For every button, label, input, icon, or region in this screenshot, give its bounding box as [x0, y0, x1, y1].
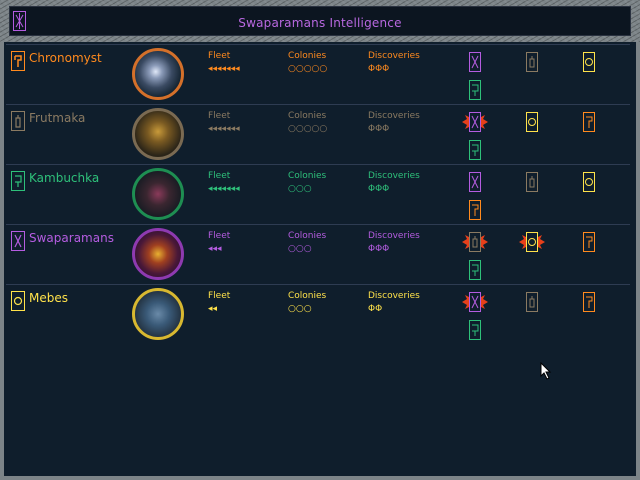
chronomyst-emblem-icon [11, 51, 25, 71]
discoveries-label: Discoveries [368, 171, 420, 181]
colonies-count: ○○○ [288, 244, 312, 254]
kambuchka-relation-icon[interactable] [469, 260, 481, 280]
frutmaka-portrait [132, 108, 184, 160]
frutmaka-relation-icon[interactable] [526, 292, 538, 312]
chronomyst-portrait [132, 48, 184, 100]
swaparamans-relation-icon[interactable] [469, 52, 481, 72]
fleet-strength: ◂◂◂◂◂◂◂ [208, 124, 240, 134]
race-name: Kambuchka [29, 171, 100, 185]
window-frame-right [636, 42, 640, 480]
chronomyst-relation-icon[interactable] [583, 112, 595, 132]
discoveries-label: Discoveries [368, 51, 420, 61]
swaparamans-relation-icon[interactable] [469, 112, 481, 132]
fleet-strength: ◂◂◂◂◂◂◂ [208, 64, 240, 74]
colonies-count: ○○○○○ [288, 124, 328, 134]
chronomyst-relation-icon[interactable] [583, 292, 595, 312]
fleet-label: Fleet [208, 51, 231, 61]
fleet-strength: ◂◂◂◂◂◂◂ [208, 184, 240, 194]
swaparamans-portrait [132, 228, 184, 280]
chronomyst-relation-icon[interactable] [469, 200, 481, 220]
kambuchka-portrait [132, 168, 184, 220]
swaparamans-emblem-icon [11, 231, 25, 251]
mebes-emblem-icon [11, 291, 25, 311]
fleet-label: Fleet [208, 291, 231, 301]
race-name: Chronomyst [29, 51, 102, 65]
frutmaka-relation-icon[interactable] [526, 52, 538, 72]
discoveries-count: ΦΦΦ [368, 184, 390, 194]
fleet-label: Fleet [208, 231, 231, 241]
colonies-label: Colonies [288, 111, 327, 121]
kambuchka-relation-icon[interactable] [469, 320, 481, 340]
window-title: Swaparamans Intelligence [238, 16, 402, 30]
colonies-count: ○○○ [288, 304, 312, 314]
discoveries-count: ΦΦΦ [368, 64, 390, 74]
swaparamans-relation-icon[interactable] [469, 292, 481, 312]
colonies-label: Colonies [288, 291, 327, 301]
row-separator [6, 104, 630, 105]
discoveries-label: Discoveries [368, 291, 420, 301]
swaparamans-relation-icon[interactable] [469, 172, 481, 192]
mebes-relation-icon[interactable] [583, 172, 595, 192]
discoveries-label: Discoveries [368, 111, 420, 121]
fleet-label: Fleet [208, 111, 231, 121]
frutmaka-relation-icon[interactable] [469, 232, 481, 252]
discoveries-count: ΦΦΦ [368, 244, 390, 254]
kambuchka-emblem-icon [11, 171, 25, 191]
title-bar: Swaparamans Intelligence [9, 6, 631, 36]
race-name: Mebes [29, 291, 68, 305]
colonies-label: Colonies [288, 231, 327, 241]
chronomyst-relation-icon[interactable] [583, 232, 595, 252]
mebes-relation-icon[interactable] [526, 112, 538, 132]
row-separator [6, 224, 630, 225]
kambuchka-relation-icon[interactable] [469, 80, 481, 100]
colonies-label: Colonies [288, 51, 327, 61]
discoveries-label: Discoveries [368, 231, 420, 241]
colonies-label: Colonies [288, 171, 327, 181]
colonies-count: ○○○○○ [288, 64, 328, 74]
mebes-relation-icon[interactable] [526, 232, 538, 252]
colonies-count: ○○○ [288, 184, 312, 194]
row-separator [6, 44, 630, 45]
fleet-strength: ◂◂◂ [208, 244, 222, 254]
intelligence-panel [4, 42, 636, 476]
mebes-relation-icon[interactable] [583, 52, 595, 72]
row-separator [6, 164, 630, 165]
window-frame-bottom [0, 476, 640, 480]
frutmaka-relation-icon[interactable] [526, 172, 538, 192]
mebes-portrait [132, 288, 184, 340]
race-name: Frutmaka [29, 111, 86, 125]
kambuchka-relation-icon[interactable] [469, 140, 481, 160]
mouse-cursor-icon [540, 362, 552, 380]
discoveries-count: ΦΦ [368, 304, 383, 314]
fleet-strength: ◂◂ [208, 304, 218, 314]
discoveries-count: ΦΦΦ [368, 124, 390, 134]
row-separator [6, 284, 630, 285]
race-name: Swaparamans [29, 231, 114, 245]
fleet-label: Fleet [208, 171, 231, 181]
frutmaka-emblem-icon [11, 111, 25, 131]
